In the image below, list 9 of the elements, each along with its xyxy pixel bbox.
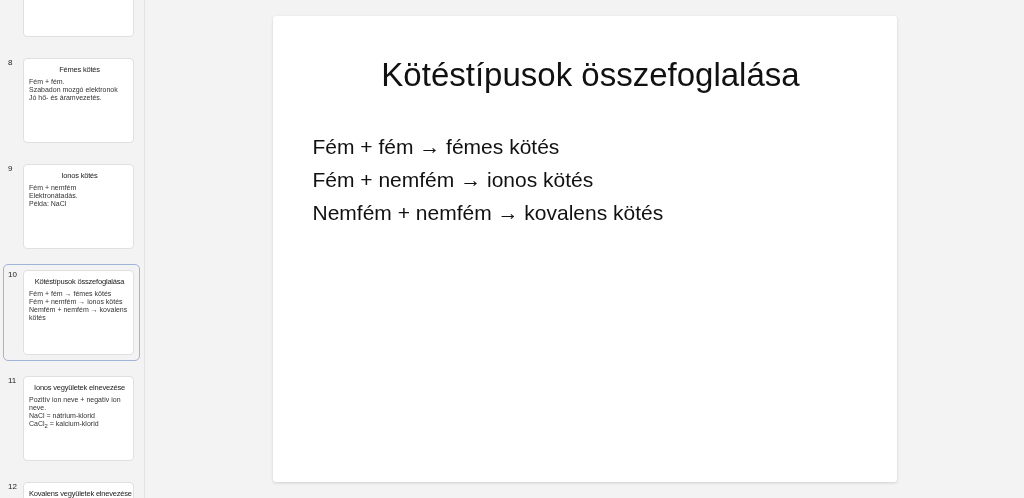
slide-number: 10 bbox=[7, 270, 18, 281]
slide-title: Kötéstípusok összefoglalása bbox=[380, 56, 801, 94]
slide-text-line: Nemfém + nemfém → kovalens kötés bbox=[312, 200, 665, 226]
slide-number: 12 bbox=[7, 482, 18, 493]
slide-number: 11 bbox=[7, 376, 18, 387]
slide-number: 9 bbox=[7, 164, 14, 175]
slide-number: 8 bbox=[7, 58, 14, 69]
slide-text-line: Fém + fém → fémes kötés bbox=[312, 134, 561, 160]
slide-text-line: Fém + nemfém → ionos kötés bbox=[312, 167, 595, 193]
